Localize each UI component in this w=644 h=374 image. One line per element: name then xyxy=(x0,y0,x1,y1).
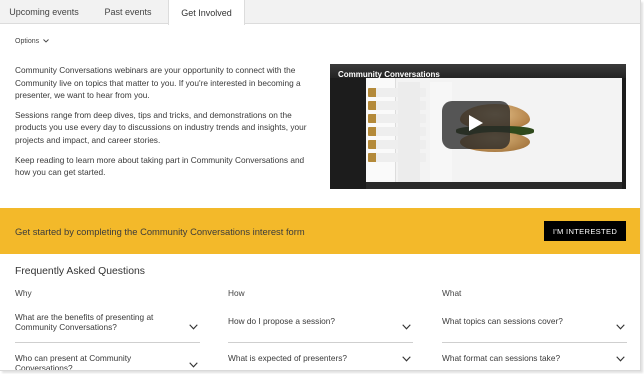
tab-upcoming-events[interactable]: Upcoming events xyxy=(0,0,88,24)
video-title: Community Conversations xyxy=(338,70,440,79)
play-icon xyxy=(468,114,484,137)
faq-title: Frequently Asked Questions xyxy=(15,266,145,277)
chevron-down-icon xyxy=(189,322,198,330)
faq-question-text: What are the benefits of presenting at C… xyxy=(15,312,154,332)
banner-text: Get started by completing the Community … xyxy=(15,226,305,237)
faq-question-text: How do I propose a session? xyxy=(228,316,336,326)
faq-question-text: What is expected of presenters? xyxy=(228,353,347,363)
interest-banner: Get started by completing the Community … xyxy=(0,208,640,254)
video-thumbnail-column xyxy=(398,82,420,182)
im-interested-button[interactable]: I'M INTERESTED xyxy=(544,221,626,241)
page-frame: Upcoming events Past events Get Involved… xyxy=(0,0,641,371)
tab-past-events[interactable]: Past events xyxy=(88,0,168,24)
faq-question[interactable]: How do I propose a session? xyxy=(228,312,413,343)
video-player[interactable]: Community Conversations xyxy=(330,64,626,189)
faq-column-heading: Why xyxy=(15,288,32,298)
intro-paragraph-3: Keep reading to learn more about taking … xyxy=(15,154,305,178)
faq-column-what: What What topics can sessions cover? Wha… xyxy=(442,288,627,370)
faq-question[interactable]: What are the benefits of presenting at C… xyxy=(15,312,200,343)
faq-question-text: Who can present at Community Conversatio… xyxy=(15,353,132,371)
tab-get-involved[interactable]: Get Involved xyxy=(168,0,245,25)
faq-column-why: Why What are the benefits of presenting … xyxy=(15,288,200,371)
chevron-down-icon xyxy=(402,322,411,330)
chevron-down-icon xyxy=(402,354,411,362)
intro-text: Community Conversations webinars are you… xyxy=(15,64,315,186)
faq-question-text: What topics can sessions cover? xyxy=(442,316,563,326)
chevron-down-icon xyxy=(616,354,625,362)
video-thumbnail-taskbar xyxy=(366,182,622,189)
options-label: Options xyxy=(15,38,40,45)
intro-paragraph-2: Sessions range from deep dives, tips and… xyxy=(15,109,307,145)
faq-column-how: How How do I propose a session? What is … xyxy=(228,288,413,370)
faq-column-heading: How xyxy=(228,288,245,298)
faq-question[interactable]: Who can present at Community Conversatio… xyxy=(15,343,200,371)
intro-paragraph-1: Community Conversations webinars are you… xyxy=(15,65,301,101)
faq-question-text: What format can sessions take? xyxy=(442,353,561,363)
play-button[interactable] xyxy=(442,101,510,149)
chevron-down-icon xyxy=(43,38,49,45)
tab-bar: Upcoming events Past events Get Involved xyxy=(0,0,640,25)
faq-column-heading: What xyxy=(442,288,462,298)
faq-question[interactable]: What topics can sessions cover? xyxy=(442,312,627,343)
faq-question[interactable]: What is expected of presenters? xyxy=(228,343,413,370)
options-dropdown[interactable]: Options xyxy=(15,38,49,45)
faq-question[interactable]: What format can sessions take? xyxy=(442,343,627,370)
chevron-down-icon xyxy=(189,360,198,368)
chevron-down-icon xyxy=(616,322,625,330)
